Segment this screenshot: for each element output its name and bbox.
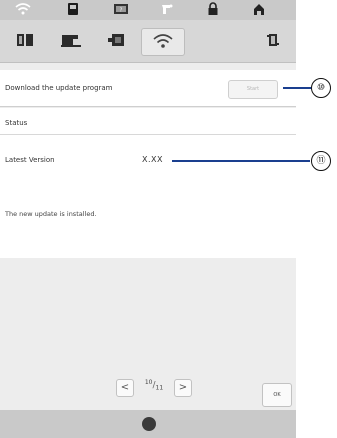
- top-tab-bar: ?: [0, 0, 296, 20]
- sub-tab-bar: [0, 20, 296, 63]
- wifi-tab-active[interactable]: [141, 28, 185, 56]
- bottom-bar: [0, 410, 296, 438]
- settings-icon[interactable]: [252, 28, 294, 54]
- start-button[interactable]: Start: [228, 80, 278, 99]
- divider: [0, 134, 296, 135]
- sewing-machine-icon[interactable]: [50, 28, 92, 54]
- next-page-button[interactable]: >: [174, 379, 192, 397]
- callout-11: ⑪: [311, 151, 331, 171]
- total-pages: 11: [155, 384, 164, 392]
- svg-text:?: ?: [120, 8, 123, 14]
- callout-10: ⑩: [311, 78, 331, 98]
- wifi-icon: [153, 34, 173, 48]
- embroidery-unit-icon[interactable]: [96, 28, 138, 54]
- ok-button[interactable]: OK: [262, 383, 292, 407]
- update-status-message: The new update is installed.: [5, 210, 97, 218]
- latest-version-label: Latest Version: [5, 156, 55, 164]
- pointer-icon[interactable]: [154, 2, 180, 18]
- home-button-icon[interactable]: [142, 417, 156, 431]
- callout-line-11: [172, 160, 310, 162]
- prev-page-button[interactable]: <: [116, 379, 134, 397]
- download-label: Download the update program: [5, 84, 113, 92]
- memory-card-icon[interactable]: [60, 2, 86, 18]
- settings-screen: ? Download the update program Start Stat…: [0, 0, 296, 438]
- page-navigator: < 10/11 >: [116, 376, 192, 398]
- page-indicator: 10/11: [144, 379, 164, 392]
- callout-line-10: [283, 87, 311, 89]
- wifi-icon[interactable]: [10, 2, 36, 18]
- status-title: Status: [5, 119, 28, 127]
- latest-version-value: X.XX: [142, 155, 163, 164]
- download-row: Download the update program Start: [0, 70, 296, 107]
- home-icon[interactable]: [246, 2, 272, 18]
- screen-icon[interactable]: ?: [108, 2, 134, 18]
- book-icon[interactable]: [4, 28, 46, 54]
- status-panel: Status Latest Version X.XX The new updat…: [0, 108, 296, 258]
- lock-icon[interactable]: [200, 2, 226, 18]
